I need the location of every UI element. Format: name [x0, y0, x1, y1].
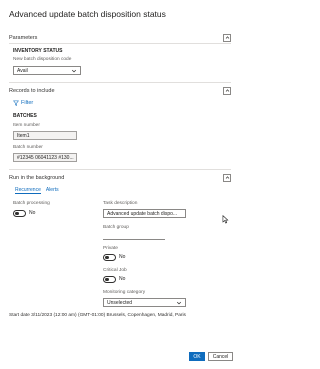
batch-group-label: Batch group	[103, 225, 129, 230]
new-batch-disposition-select[interactable]: Avail	[13, 66, 81, 75]
cancel-button[interactable]: Cancel	[208, 352, 233, 361]
inventory-status-group-label: INVENTORY STATUS	[13, 48, 63, 54]
chevron-up-icon	[225, 89, 229, 92]
batch-processing-value: No	[29, 210, 36, 217]
filter-icon	[13, 100, 19, 106]
collapse-records-button[interactable]	[223, 86, 231, 95]
monitoring-category-value: Unselected	[107, 299, 133, 306]
records-header-label: Records to include	[9, 87, 55, 94]
tab-recurrence[interactable]: Recurrence	[15, 187, 41, 194]
tab-alerts[interactable]: Alerts	[46, 187, 59, 194]
chevron-up-icon	[225, 176, 229, 179]
background-section-header[interactable]: Run in the background	[9, 173, 231, 182]
private-value: No	[119, 254, 126, 261]
task-description-label: Task description	[103, 201, 138, 206]
item-number-label: Item number	[13, 123, 40, 128]
monitoring-category-label: Monitoring category	[103, 290, 146, 295]
background-header-label: Run in the background	[9, 174, 65, 181]
background-tabs: Recurrence Alerts	[15, 187, 59, 194]
filter-label: Filter	[21, 100, 34, 106]
mouse-pointer-icon	[222, 215, 229, 224]
batch-processing-toggle-wrap: No	[13, 210, 35, 217]
new-batch-disposition-value: Avail	[17, 67, 28, 74]
private-label: Private	[103, 246, 118, 251]
schedule-summary: Start date 3/11/2023 (12:00 am) (GMT-01:…	[9, 313, 186, 318]
divider	[9, 82, 231, 83]
ok-button[interactable]: OK	[189, 352, 205, 361]
critical-job-toggle[interactable]	[103, 276, 116, 283]
filter-link[interactable]: Filter	[13, 100, 33, 106]
new-batch-disposition-label: New batch disposition code	[13, 57, 72, 62]
dialog-title: Advanced update batch disposition status	[9, 9, 166, 19]
batch-processing-label: Batch processing	[13, 201, 50, 206]
critical-job-label: Critical Job	[103, 268, 127, 273]
item-number-field[interactable]: Item1	[13, 131, 77, 140]
task-description-field[interactable]: Advanced update batch dispo...	[103, 209, 186, 218]
divider	[9, 43, 231, 44]
batch-group-field[interactable]	[103, 233, 165, 240]
private-toggle[interactable]	[103, 254, 116, 261]
chevron-down-icon	[176, 301, 182, 304]
critical-job-toggle-wrap: No	[103, 276, 125, 283]
parameters-header-label: Parameters	[9, 34, 38, 41]
batches-group-label: BATCHES	[13, 113, 37, 119]
parameters-section-header[interactable]: Parameters	[9, 33, 231, 42]
chevron-down-icon	[71, 69, 77, 72]
monitoring-category-select[interactable]: Unselected	[103, 298, 186, 307]
records-section-header[interactable]: Records to include	[9, 86, 231, 95]
divider	[9, 169, 231, 170]
collapse-background-button[interactable]	[223, 173, 231, 182]
collapse-parameters-button[interactable]	[223, 33, 231, 42]
private-toggle-wrap: No	[103, 254, 125, 261]
batch-number-label: Batch number	[13, 145, 43, 150]
batch-processing-toggle[interactable]	[13, 210, 26, 217]
batch-number-field[interactable]: #12345 06041123 #130...	[13, 153, 77, 162]
critical-job-value: No	[119, 276, 126, 283]
chevron-up-icon	[225, 36, 229, 39]
